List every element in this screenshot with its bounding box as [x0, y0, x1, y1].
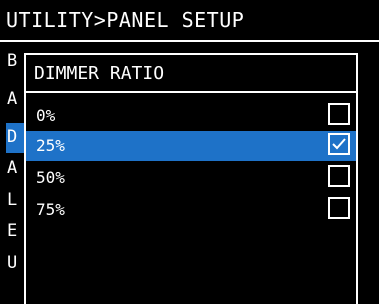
- option-label: 75%: [36, 200, 65, 219]
- dialog-title-divider: [26, 91, 356, 93]
- option-checkbox-checked[interactable]: [328, 133, 350, 155]
- option-checkbox[interactable]: [328, 103, 350, 125]
- checkmark-icon: [332, 138, 346, 150]
- background-menu-item[interactable]: B: [7, 50, 17, 72]
- option-row[interactable]: 0%: [26, 101, 356, 131]
- option-label: 50%: [36, 168, 65, 187]
- dialog-title: DIMMER RATIO: [34, 63, 165, 84]
- title-divider: [0, 40, 379, 42]
- option-label: 0%: [36, 106, 56, 125]
- background-menu-item[interactable]: A: [7, 157, 17, 179]
- option-row[interactable]: 75%: [26, 195, 356, 225]
- screen-title: UTILITY>PANEL SETUP: [0, 0, 379, 40]
- background-menu-item[interactable]: E: [7, 220, 17, 242]
- option-row[interactable]: 50%: [26, 163, 356, 193]
- option-checkbox[interactable]: [328, 165, 350, 187]
- option-checkbox[interactable]: [328, 197, 350, 219]
- option-label: 25%: [36, 136, 65, 155]
- background-menu-item-selected[interactable]: D: [7, 126, 17, 148]
- background-menu-item[interactable]: L: [7, 189, 17, 211]
- option-row-selected[interactable]: 25%: [26, 131, 356, 161]
- background-menu-item[interactable]: U: [7, 252, 17, 274]
- background-menu-item[interactable]: A: [7, 88, 17, 110]
- dimmer-ratio-dialog: DIMMER RATIO 0% 25% 50% 75%: [24, 53, 358, 304]
